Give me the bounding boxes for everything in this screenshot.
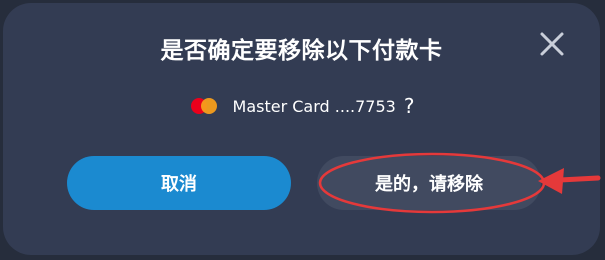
card-info: Master Card ....7753 ? <box>3 94 600 118</box>
dialog-title: 是否确定要移除以下付款卡 <box>160 38 443 64</box>
confirm-remove-button[interactable]: 是的，请移除 <box>317 156 541 210</box>
mastercard-icon <box>189 96 223 116</box>
remove-card-dialog: 是否确定要移除以下付款卡 Master Card ....7753 ? 取消 是… <box>3 3 600 255</box>
cancel-button[interactable]: 取消 <box>67 156 291 210</box>
question-mark: ? <box>403 94 415 118</box>
close-icon[interactable] <box>535 27 569 61</box>
card-label: Master Card ....7753 <box>232 96 396 116</box>
